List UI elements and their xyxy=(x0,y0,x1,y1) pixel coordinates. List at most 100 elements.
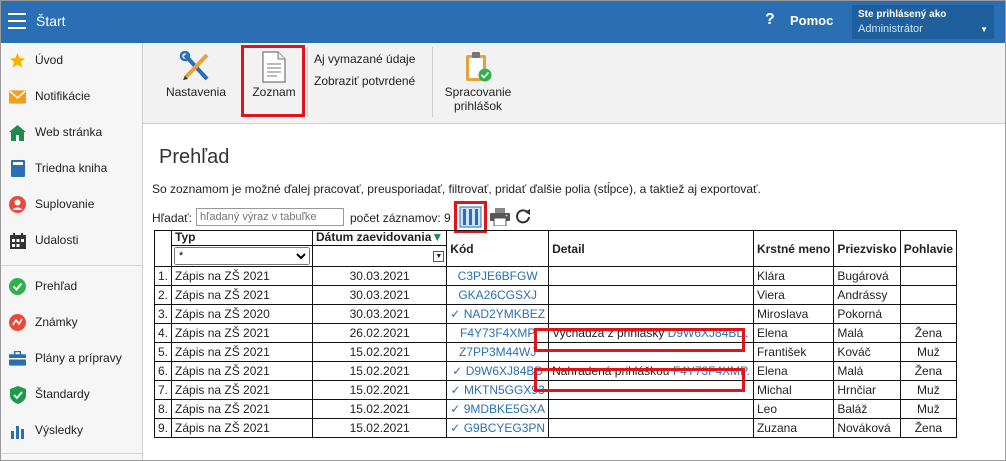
print-button[interactable] xyxy=(490,208,510,229)
highlight-box xyxy=(454,201,487,233)
sidebar-item-label: Plány a prípravy xyxy=(35,351,122,365)
row-number: 1. xyxy=(153,266,173,286)
code-link[interactable]: Z7PP3M44WJ xyxy=(459,345,536,359)
show-confirmed-link[interactable]: Zobraziť potvrdené xyxy=(314,74,415,88)
table-row[interactable]: 2. Zápis na ZŠ 2021 30.03.2021 GKA26CGSXJ V… xyxy=(153,285,958,305)
cell-priezvisko: Hrnčiar xyxy=(833,380,901,400)
sidebar-item-prehlad[interactable]: Prehľad xyxy=(1,269,142,303)
code-link[interactable]: MKTN5GGX93 xyxy=(464,383,545,397)
row-number: 6. xyxy=(153,361,173,381)
cell-priezvisko: Malá xyxy=(833,361,901,381)
table-row[interactable]: 8. Zápis na ZŠ 2021 15.02.2021 ✓ 9MDBKE5GXA… xyxy=(153,399,958,419)
sidebar-item-label: Suplovanie xyxy=(35,197,95,211)
cell-datum: 30.03.2021 xyxy=(312,266,448,286)
cell-datum: 26.02.2021 xyxy=(312,323,448,343)
cell-datum: 15.02.2021 xyxy=(312,342,448,362)
highlight-box xyxy=(534,368,745,392)
sidebar-item-uvod[interactable]: Úvod xyxy=(1,43,142,77)
column-header-priezvisko[interactable]: Priezvisko xyxy=(833,230,901,267)
cell-datum: 30.03.2021 xyxy=(312,285,448,305)
sidebar-item-standardy[interactable]: Štandardy xyxy=(1,377,142,411)
cell-typ: Zápis na ZŠ 2021 xyxy=(171,266,314,286)
hamburger-menu-icon[interactable] xyxy=(8,13,26,29)
code-link[interactable]: NAD2YMKBEZ xyxy=(464,307,545,321)
table-row[interactable]: 3. Zápis na ZŠ 2020 30.03.2021 ✓ NAD2YMKBEZ… xyxy=(153,304,958,324)
table-row[interactable]: 1. Zápis na ZŠ 2021 30.03.2021 C3PJE6BFGW K… xyxy=(153,266,958,286)
cell-detail xyxy=(548,418,754,438)
processing-label-line2: prihlášok xyxy=(453,99,503,113)
table-row[interactable]: 9. Zápis na ZŠ 2021 15.02.2021 ✓ G9BCYEG3PN… xyxy=(153,418,958,438)
shield-check-icon xyxy=(9,385,26,404)
page-description: So zoznamom je možné ďalej pracovať, pre… xyxy=(152,182,761,196)
help-link[interactable]: Pomoc xyxy=(790,13,833,28)
sidebar-item-udalosti[interactable]: Udalosti xyxy=(1,223,142,257)
row-number: 8. xyxy=(153,399,173,419)
column-header-detail[interactable]: Detail xyxy=(548,230,754,267)
cell-datum: 15.02.2021 xyxy=(312,399,448,419)
row-number: 4. xyxy=(153,323,173,343)
house-icon xyxy=(9,124,26,141)
help-icon[interactable]: ? xyxy=(765,11,775,29)
star-icon xyxy=(9,52,26,69)
processing-button[interactable]: Spracovanie prihlášok xyxy=(439,51,517,113)
cell-datum: 15.02.2021 xyxy=(312,361,448,381)
column-header-krstne-meno[interactable]: Krstné meno xyxy=(752,230,835,267)
sidebar-item-triedna-kniha[interactable]: Triedna kniha xyxy=(1,151,142,185)
sidebar-item-label: Prehľad xyxy=(35,279,78,293)
sidebar-item-web-stranka[interactable]: Web stránka xyxy=(1,115,142,149)
sidebar-item-suplovanie[interactable]: Suplovanie xyxy=(1,187,142,221)
type-filter-select[interactable]: * xyxy=(174,247,311,265)
cell-krstne-meno: Zuzana xyxy=(752,418,835,438)
cell-priezvisko: Pokorná xyxy=(833,304,901,324)
cell-datum: 15.02.2021 xyxy=(312,418,448,438)
bar-chart-icon xyxy=(9,422,26,439)
code-link[interactable]: GKA26CGSXJ xyxy=(458,288,537,302)
cell-priezvisko: Bugárová xyxy=(833,266,901,286)
code-link[interactable]: 9MDBKE5GXA xyxy=(464,402,545,416)
row-number-header xyxy=(153,230,173,267)
code-link[interactable]: D9W6XJ84BD xyxy=(466,364,543,378)
cell-typ: Zápis na ZŠ 2021 xyxy=(171,418,314,438)
filter-dropdown-icon[interactable]: ▼ xyxy=(433,251,445,262)
column-header-typ[interactable]: Typ xyxy=(171,230,314,246)
row-number: 7. xyxy=(153,380,173,400)
code-link[interactable]: F4Y73F4XMP xyxy=(460,326,535,340)
column-header-kod[interactable]: Kód xyxy=(446,230,550,267)
code-link[interactable]: G9BCYEG3PN xyxy=(464,421,545,435)
type-filter-cell: * xyxy=(171,245,314,267)
refresh-button[interactable] xyxy=(515,208,531,227)
envelope-icon xyxy=(9,88,26,105)
sidebar-item-notifikacie[interactable]: Notifikácie xyxy=(1,79,142,113)
sidebar-item-label: Web stránka xyxy=(35,125,103,139)
column-header-label: Priezvisko xyxy=(837,241,897,256)
sidebar-item-plany[interactable]: Plány a prípravy xyxy=(1,341,142,375)
show-deleted-link[interactable]: Aj vymazané údaje xyxy=(314,52,415,66)
cell-typ: Zápis na ZŠ 2021 xyxy=(171,285,314,305)
column-header-datum[interactable]: Dátum zaevidovania▼ xyxy=(312,230,448,246)
sidebar-divider xyxy=(1,453,142,454)
cell-typ: Zápis na ZŠ 2021 xyxy=(171,342,314,362)
cell-pohlavie xyxy=(899,285,958,305)
app-window: Štart ? Pomoc Ste prihlásený ako Adminis… xyxy=(0,0,1006,461)
user-menu[interactable]: Ste prihlásený ako Administrátor ▼ xyxy=(852,5,994,39)
cell-typ: Zápis na ZŠ 2021 xyxy=(171,380,314,400)
cell-pohlavie: Žena xyxy=(899,418,958,438)
sort-desc-icon: ▼ xyxy=(431,230,444,244)
cell-krstne-meno: Elena xyxy=(752,361,835,381)
code-link[interactable]: C3PJE6BFGW xyxy=(458,269,538,283)
column-header-pohlavie[interactable]: Pohlavie xyxy=(899,230,958,267)
column-header-label: Detail xyxy=(552,241,585,256)
processing-label-line1: Spracovanie xyxy=(444,85,512,99)
cell-typ: Zápis na ZŠ 2021 xyxy=(171,361,314,381)
cell-pohlavie xyxy=(899,304,958,324)
sidebar-item-label: Udalosti xyxy=(35,233,79,247)
date-filter-cell: ▼ xyxy=(312,245,448,267)
sidebar-item-label: Známky xyxy=(35,315,78,329)
sidebar-item-vysledky[interactable]: Výsledky xyxy=(1,413,142,447)
sidebar-item-znamky[interactable]: Známky xyxy=(1,305,142,339)
ribbon-toolbar: Nastavenia Zoznam Aj vymazané údaje Zobr… xyxy=(143,43,1005,124)
refresh-icon xyxy=(516,209,530,224)
search-input[interactable] xyxy=(196,208,344,226)
settings-button[interactable]: Nastavenia xyxy=(161,50,231,99)
row-number: 5. xyxy=(153,342,173,362)
